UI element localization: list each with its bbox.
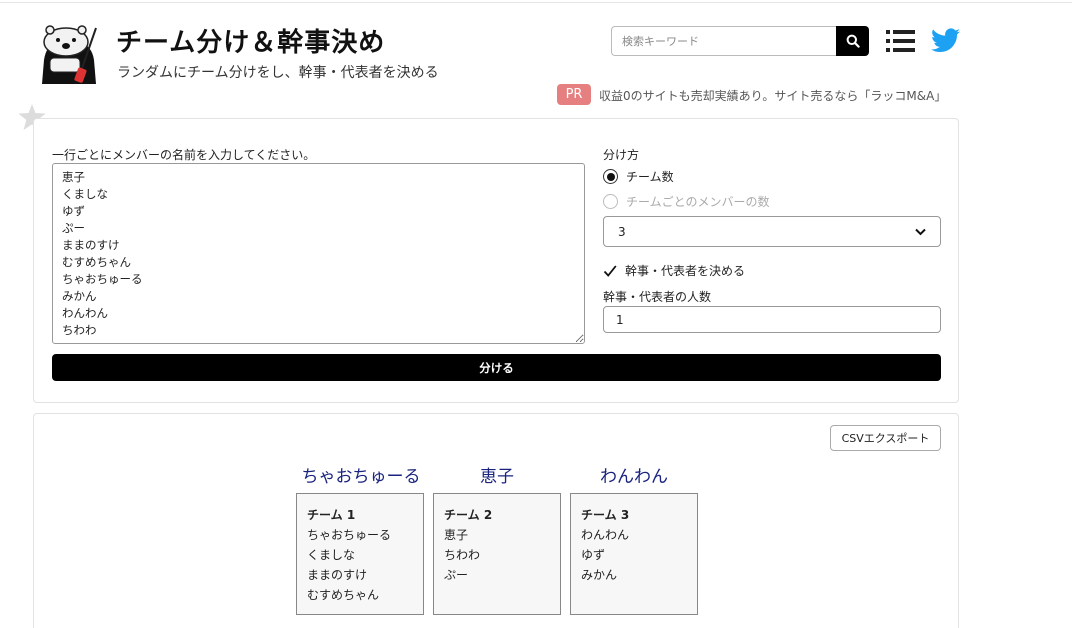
team-member: みかん [581, 568, 618, 582]
team-member: ちわわ [444, 548, 481, 562]
team-member: 恵子 [444, 528, 469, 542]
team-count-select-value: 3 [618, 224, 626, 239]
menu-icon[interactable] [886, 29, 915, 53]
team-name: チーム 1 [307, 508, 356, 522]
team-member: わんわん [581, 528, 630, 542]
leader-checkbox-label: 幹事・代表者を決める [625, 264, 746, 278]
chevron-down-icon [915, 228, 926, 235]
result-panel: CSVエクスポート ちゃおちゅーる 恵子 わんわん チーム 1 ちゃおちゅーる … [33, 413, 959, 628]
pr-badge: PR [557, 84, 591, 105]
leader-count-input[interactable] [603, 306, 941, 333]
checkmark-icon[interactable] [603, 264, 617, 278]
team-member: ままのすけ [307, 568, 368, 582]
team-member: ゆず [581, 548, 606, 562]
team-name: チーム 3 [581, 508, 630, 522]
csv-export-button[interactable]: CSVエクスポート [830, 425, 941, 451]
team-member: くましな [307, 548, 356, 562]
radio-team-count[interactable]: チーム数 [603, 168, 674, 185]
team-count-select[interactable]: 3 [603, 216, 941, 247]
team-member: むすめちゃん [307, 588, 380, 602]
search-icon [846, 34, 860, 48]
split-button[interactable]: 分ける [52, 354, 941, 381]
leader-count-label: 幹事・代表者の人数 [603, 290, 712, 304]
input-panel: 一行ごとにメンバーの名前を入力してください。 恵子 くましな ゆず ぷー ままの… [33, 118, 959, 403]
pr-link[interactable]: 収益0のサイトも売却実績あり。サイト売るなら「ラッコM&A」 [599, 87, 946, 104]
search-input[interactable] [611, 26, 837, 56]
page-subtitle: ランダムにチーム分けをし、幹事・代表者を決める [117, 65, 439, 81]
radio-members-per-team-label: チームごとのメンバーの数 [626, 195, 770, 209]
radio-members-per-team[interactable]: チームごとのメンバーの数 [603, 193, 770, 210]
team-member: ちゃおちゅーる [307, 528, 392, 542]
team-name: チーム 2 [444, 508, 493, 522]
team-1-leader: ちゃおちゅーる [301, 467, 421, 487]
split-method-label: 分け方 [603, 148, 640, 162]
leader-checkbox-row[interactable]: 幹事・代表者を決める [603, 262, 745, 279]
search-button[interactable] [836, 26, 869, 56]
team-member: ぷー [444, 568, 469, 582]
members-label: 一行ごとにメンバーの名前を入力してください。 [52, 148, 316, 162]
team-card: チーム 3 わんわん ゆず みかん [570, 493, 698, 615]
members-textarea[interactable]: 恵子 くましな ゆず ぷー ままのすけ むすめちゃん ちゃおちゅーる みかん わ… [52, 163, 585, 344]
team-2-leader: 恵子 [480, 467, 514, 487]
otter-mascot-logo[interactable] [36, 20, 102, 84]
radio-button-selected[interactable] [603, 169, 618, 184]
radio-button-unselected[interactable] [603, 194, 618, 209]
page-title[interactable]: チーム分け＆幹事決め [116, 22, 385, 59]
top-divider [0, 2, 1072, 3]
twitter-icon[interactable] [931, 28, 960, 53]
radio-team-count-label: チーム数 [626, 170, 674, 184]
team-3-leader: わんわん [600, 467, 668, 487]
team-card: チーム 1 ちゃおちゅーる くましな ままのすけ むすめちゃん [296, 493, 424, 615]
team-card: チーム 2 恵子 ちわわ ぷー [433, 493, 561, 615]
